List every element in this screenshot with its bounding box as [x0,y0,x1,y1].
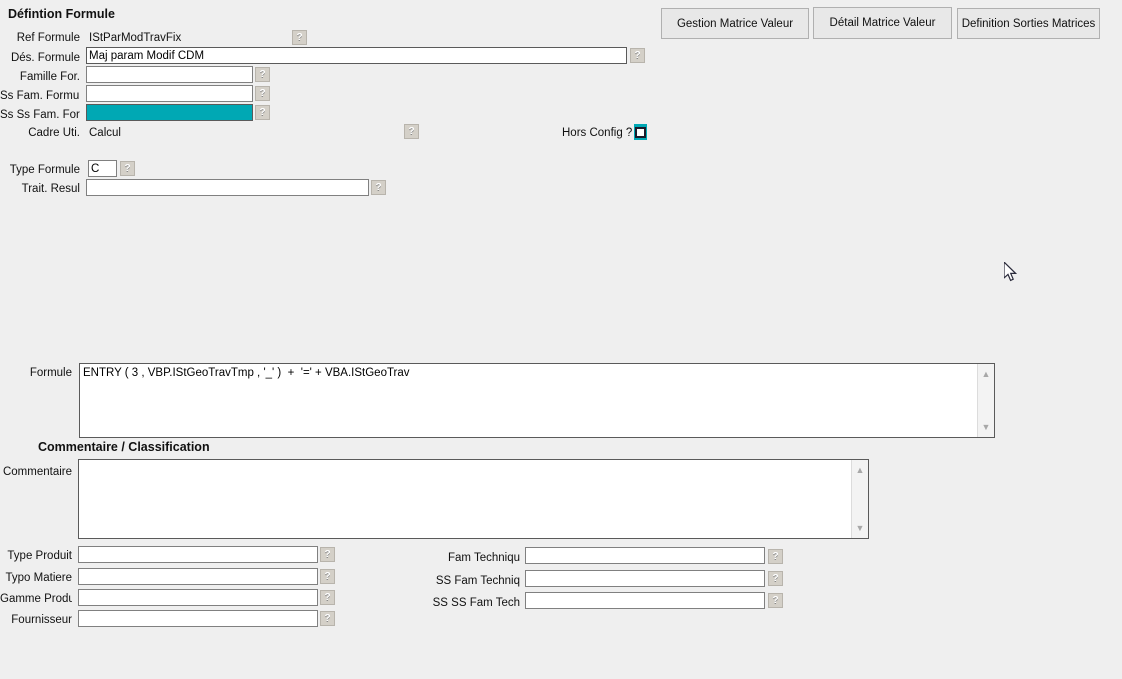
ss-fam-formule-input[interactable] [86,85,253,102]
ss-ss-fam-technique-help-icon[interactable]: ? [768,593,783,608]
cadre-uti-value: Calcul [89,126,121,140]
ss-fam-technique-label: SS Fam Techniq [420,574,520,588]
scroll-down-icon[interactable]: ▼ [852,520,868,536]
typo-matiere-help-icon[interactable]: ? [320,569,335,584]
ref-formule-value: IStParModTravFix [89,31,181,45]
fournisseur-label: Fournisseur [0,613,72,627]
ref-formule-label: Ref Formule [0,31,80,45]
checkbox-box-icon [635,127,646,138]
famille-for-input[interactable] [86,66,253,83]
ss-ss-fam-form-input[interactable] [86,104,253,121]
hors-config-label: Hors Config ? [562,126,632,140]
ss-ss-fam-form-label: Ss Ss Fam. Form [0,108,80,122]
trait-resul-label: Trait. Resul [0,182,80,196]
scroll-down-icon[interactable]: ▼ [978,419,994,435]
ss-ss-fam-form-help-icon[interactable]: ? [255,105,270,120]
ss-ss-fam-technique-label: SS SS Fam Tech [420,596,520,610]
gamme-produit-help-icon[interactable]: ? [320,590,335,605]
des-formule-input[interactable] [86,47,627,64]
commentaire-textarea-wrap: ▲ ▼ [78,459,869,539]
mouse-cursor-icon [1004,262,1018,283]
ss-fam-formule-help-icon[interactable]: ? [255,86,270,101]
fournisseur-help-icon[interactable]: ? [320,611,335,626]
fam-technique-help-icon[interactable]: ? [768,549,783,564]
formule-textarea-wrap: ▲ ▼ [79,363,995,438]
hors-config-checkbox[interactable] [634,124,647,140]
gamme-produit-input[interactable] [78,589,318,606]
formula-definition-window: Défintion Formule Gestion Matrice Valeur… [0,0,1122,679]
typo-matiere-input[interactable] [78,568,318,585]
famille-for-label: Famille For. [0,70,80,84]
type-produit-input[interactable] [78,546,318,563]
cadre-uti-help-icon[interactable]: ? [404,124,419,139]
formule-textarea[interactable] [80,364,977,437]
ss-ss-fam-technique-input[interactable] [525,592,765,609]
formule-vertical-scrollbar[interactable]: ▲ ▼ [977,364,994,437]
commentaire-section-title: Commentaire / Classification [38,440,210,454]
commentaire-label: Commentaire [0,465,72,479]
fournisseur-input[interactable] [78,610,318,627]
commentaire-vertical-scrollbar[interactable]: ▲ ▼ [851,460,868,538]
type-produit-label: Type Produit [0,549,72,563]
type-formule-input[interactable] [88,160,117,177]
cadre-uti-label: Cadre Uti. [0,126,80,140]
ss-fam-technique-input[interactable] [525,570,765,587]
famille-for-help-icon[interactable]: ? [255,67,270,82]
des-formule-help-icon[interactable]: ? [630,48,645,63]
fam-technique-label: Fam Techniqu [420,551,520,565]
scroll-up-icon[interactable]: ▲ [852,462,868,478]
ss-fam-formule-label: Ss Fam. Formule [0,89,80,103]
commentaire-textarea[interactable] [79,460,851,538]
ref-formule-help-icon[interactable]: ? [292,30,307,45]
detail-matrice-valeur-button[interactable]: Détail Matrice Valeur [813,7,952,39]
gamme-produit-label: Gamme Produ [0,592,72,606]
type-formule-help-icon[interactable]: ? [120,161,135,176]
scroll-up-icon[interactable]: ▲ [978,366,994,382]
trait-resul-input[interactable] [86,179,369,196]
formule-label: Formule [0,366,72,380]
definition-sorties-matrices-button[interactable]: Definition Sorties Matrices [957,8,1100,39]
typo-matiere-label: Typo Matiere [0,571,72,585]
page-title: Défintion Formule [8,7,115,21]
type-produit-help-icon[interactable]: ? [320,547,335,562]
fam-technique-input[interactable] [525,547,765,564]
trait-resul-help-icon[interactable]: ? [371,180,386,195]
type-formule-label: Type Formule [0,163,80,177]
ss-fam-technique-help-icon[interactable]: ? [768,571,783,586]
gestion-matrice-valeur-button[interactable]: Gestion Matrice Valeur [661,8,809,39]
des-formule-label: Dés. Formule [0,51,80,65]
